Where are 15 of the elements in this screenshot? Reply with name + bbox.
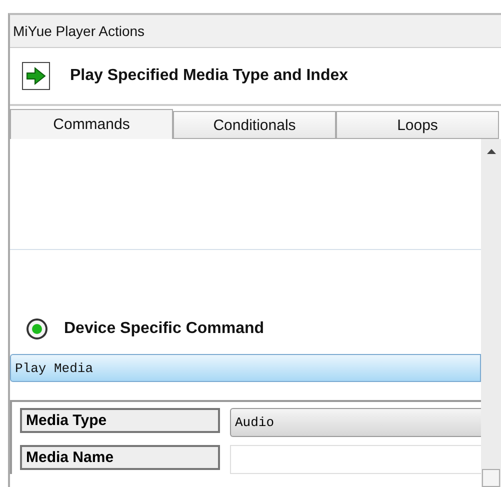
scroll-up-icon[interactable] [486,149,496,154]
tab[interactable]: Loops [336,111,499,139]
command-field[interactable]: Play Media [10,354,481,382]
property-label: Media Name [20,445,220,470]
panel-title: MiYue Player Actions [13,23,145,39]
radio-button[interactable] [26,318,48,340]
action-title: Play Specified Media Type and Index [70,67,348,85]
input-field[interactable] [230,445,481,474]
scroll-thumb[interactable] [482,469,500,487]
tab[interactable]: Commands [10,109,173,139]
dropdown[interactable]: Audio [230,408,481,437]
radio-label: Device Specific Command [64,320,264,338]
tab[interactable]: Conditionals [173,111,336,139]
scrollbar[interactable] [481,139,501,487]
property-label: Media Type [20,408,220,433]
